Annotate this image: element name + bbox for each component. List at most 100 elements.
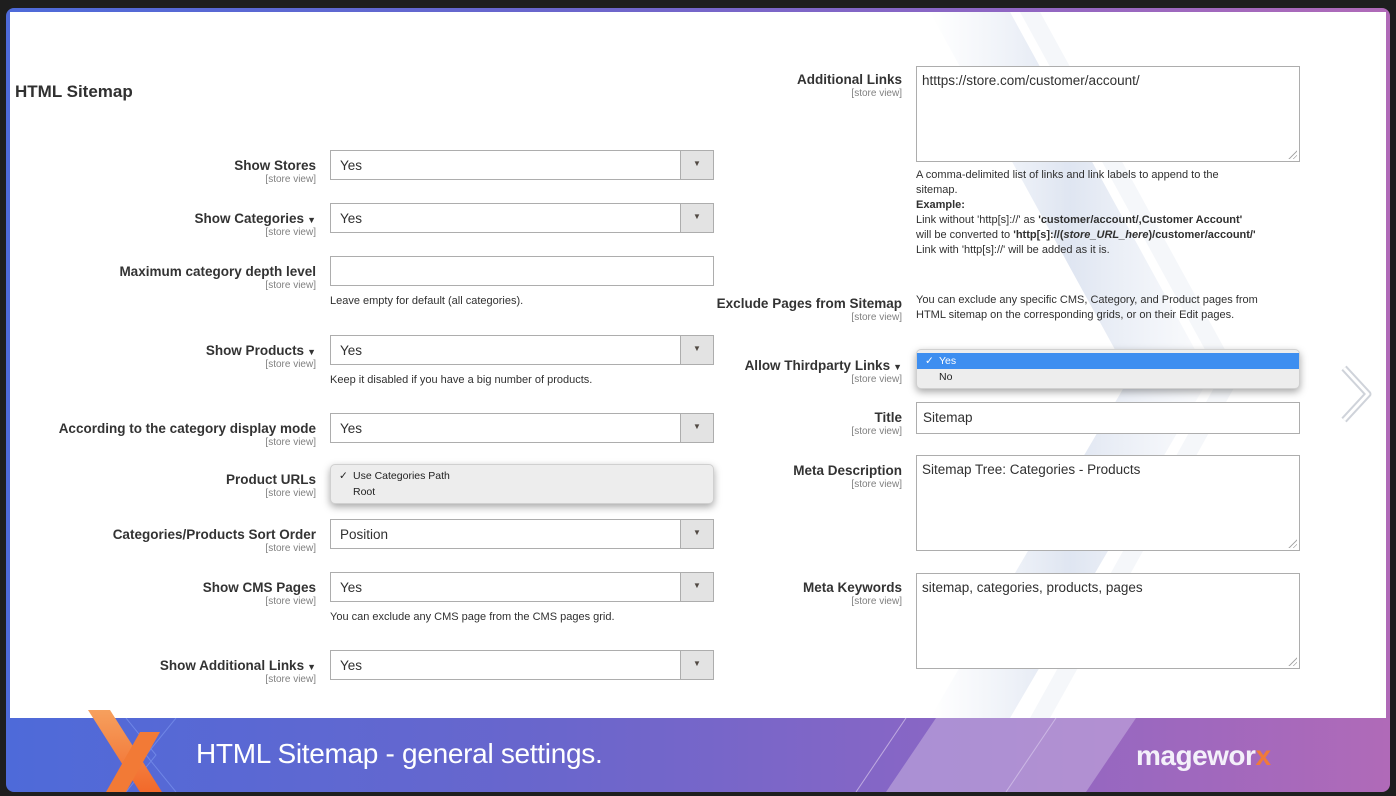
field-label-text: Show CMS Pages [202, 580, 316, 595]
example-line-1: Link without 'http[s]://' as 'customer/a… [916, 213, 1306, 228]
example-bold: 'customer/ [1038, 214, 1094, 226]
dropdown-arrow-icon: ▼ [693, 159, 701, 168]
field-label-text: Show Products [205, 343, 305, 358]
scope-label: [store view] [851, 596, 902, 607]
title-value: Sitemap [923, 410, 973, 425]
field-note: You can exclude any CMS page from the CM… [330, 611, 615, 623]
dropdown-arrow-icon: ▼ [693, 344, 701, 353]
select-toggle-button[interactable]: ▼ [680, 651, 713, 679]
option-label: Root [353, 486, 376, 498]
exclude-pages-label-text: Exclude Pages from Sitemap [716, 296, 902, 311]
field-label: Show Stores [store view] [10, 158, 316, 185]
dropdown-arrow-icon: ▼ [693, 212, 701, 221]
meta-keywords-textarea[interactable]: sitemap, categories, products, pages [916, 573, 1300, 669]
footer-banner: HTML Sitemap - general settings. magewor… [6, 710, 1390, 792]
select-value: Yes [340, 211, 363, 226]
next-slide-arrow-icon[interactable] [1338, 364, 1378, 424]
scope-label: [store view] [265, 359, 316, 370]
additional-links-value: htttps://store.com/customer/account/ [922, 73, 1140, 88]
field-label-text: Maximum category depth level [119, 264, 316, 279]
scope-label: [store view] [851, 312, 902, 323]
field-label: Show Products ▼ [store view] [10, 343, 316, 370]
field-select[interactable]: Position ▼ [330, 519, 714, 549]
exclude-pages-label: Exclude Pages from Sitemap [store view] [592, 296, 902, 323]
check-icon: ✓ [925, 355, 934, 367]
additional-links-label-text: Additional Links [796, 72, 902, 87]
dropdown-option-yes[interactable]: ✓ Yes [917, 353, 1299, 369]
select-value: Yes [340, 343, 363, 358]
example-bold: account/,Customer Account' [1093, 214, 1243, 226]
field-select[interactable]: Yes ▼ [330, 203, 714, 233]
dropdown-arrow-icon: ▼ [693, 528, 701, 537]
example-text: will be converted to [916, 229, 1014, 241]
field-label-text: Show Stores [234, 158, 316, 173]
field-label: Maximum category depth level [store view] [10, 264, 316, 291]
meta-description-label-text: Meta Description [793, 463, 902, 478]
resize-handle-icon[interactable] [1287, 656, 1297, 666]
mageworx-brand-logo: mageworx [1136, 740, 1271, 772]
title-label: Title [store view] [592, 410, 902, 437]
field-note: Leave empty for default (all categories)… [330, 295, 524, 307]
field-select[interactable]: Yes ▼ [330, 150, 714, 180]
caret-down-icon[interactable]: ▼ [893, 362, 902, 372]
note-line: HTML sitemap on the corresponding grids,… [916, 309, 1235, 321]
title-label-text: Title [874, 410, 902, 425]
scope-label: [store view] [265, 488, 316, 499]
brand-text: magewor [1136, 740, 1256, 771]
field-input[interactable] [330, 256, 714, 286]
field-label-text: According to the category display mode [58, 421, 316, 436]
select-value: Yes [340, 421, 363, 436]
meta-keywords-value: sitemap, categories, products, pages [922, 580, 1143, 595]
field-label-text: Show Additional Links [159, 658, 305, 673]
select-value: Position [340, 527, 389, 542]
caret-down-icon[interactable]: ▼ [307, 215, 316, 225]
select-value: Yes [340, 580, 363, 595]
option-label: No [939, 371, 953, 383]
meta-description-textarea[interactable]: Sitemap Tree: Categories - Products [916, 455, 1300, 551]
scope-label: [store view] [851, 374, 902, 385]
resize-handle-icon[interactable] [1287, 538, 1297, 548]
scope-label: [store view] [851, 426, 902, 437]
field-label-text: Categories/Products Sort Order [112, 527, 316, 542]
example-bold: )/customer/account/' [1148, 229, 1256, 241]
slide-frame: HTML Sitemap Show Stores [store view] Yes ▼… [6, 8, 1390, 792]
check-icon: ✓ [339, 470, 348, 482]
field-select[interactable]: Yes ▼ [330, 650, 714, 680]
scope-label: [store view] [851, 88, 902, 99]
select-toggle-button[interactable]: ▼ [680, 204, 713, 232]
option-label: Yes [939, 355, 957, 367]
title-input[interactable]: Sitemap [916, 402, 1300, 434]
allow-thirdparty-label-text: Allow Thirdparty Links [744, 358, 891, 373]
field-label-text: Product URLs [225, 472, 316, 487]
select-toggle-button[interactable]: ▼ [680, 151, 713, 179]
exclude-pages-note: You can exclude any specific CMS, Catego… [916, 293, 1316, 323]
caret-down-icon[interactable]: ▼ [307, 662, 316, 672]
scope-label: [store view] [265, 543, 316, 554]
meta-description-label: Meta Description [store view] [592, 463, 902, 490]
scope-label: [store view] [265, 437, 316, 448]
allow-thirdparty-dropdown[interactable]: ✓ Yes No [916, 349, 1300, 389]
field-note: Keep it disabled if you have a big numbe… [330, 374, 593, 386]
scope-label: [store view] [851, 479, 902, 490]
select-toggle-button[interactable]: ▼ [680, 520, 713, 548]
caret-down-icon[interactable]: ▼ [307, 347, 316, 357]
dropdown-arrow-icon: ▼ [693, 659, 701, 668]
field-label: According to the category display mode [s… [10, 421, 316, 448]
meta-keywords-label-text: Meta Keywords [802, 580, 902, 595]
footer-title: HTML Sitemap - general settings. [196, 738, 603, 769]
additional-links-textarea[interactable]: htttps://store.com/customer/account/ [916, 66, 1300, 162]
field-label: Show CMS Pages [store view] [10, 580, 316, 607]
allow-thirdparty-label: Allow Thirdparty Links ▼ [store view] [592, 358, 902, 385]
scope-label: [store view] [265, 280, 316, 291]
field-label: Categories/Products Sort Order [store vie… [10, 527, 316, 554]
dropdown-option-no[interactable]: No [917, 369, 1299, 385]
field-label: Show Additional Links ▼ [store view] [10, 658, 316, 685]
resize-handle-icon[interactable] [1287, 149, 1297, 159]
scope-label: [store view] [265, 674, 316, 685]
section-title: HTML Sitemap [15, 82, 133, 101]
example-label: Example: [916, 199, 965, 211]
example-line-2: will be converted to 'http[s]://(store_U… [916, 228, 1306, 243]
brand-x: x [1255, 740, 1271, 771]
settings-canvas: HTML Sitemap Show Stores [store view] Yes ▼… [10, 12, 1386, 718]
field-label: Product URLs [store view] [10, 472, 316, 499]
